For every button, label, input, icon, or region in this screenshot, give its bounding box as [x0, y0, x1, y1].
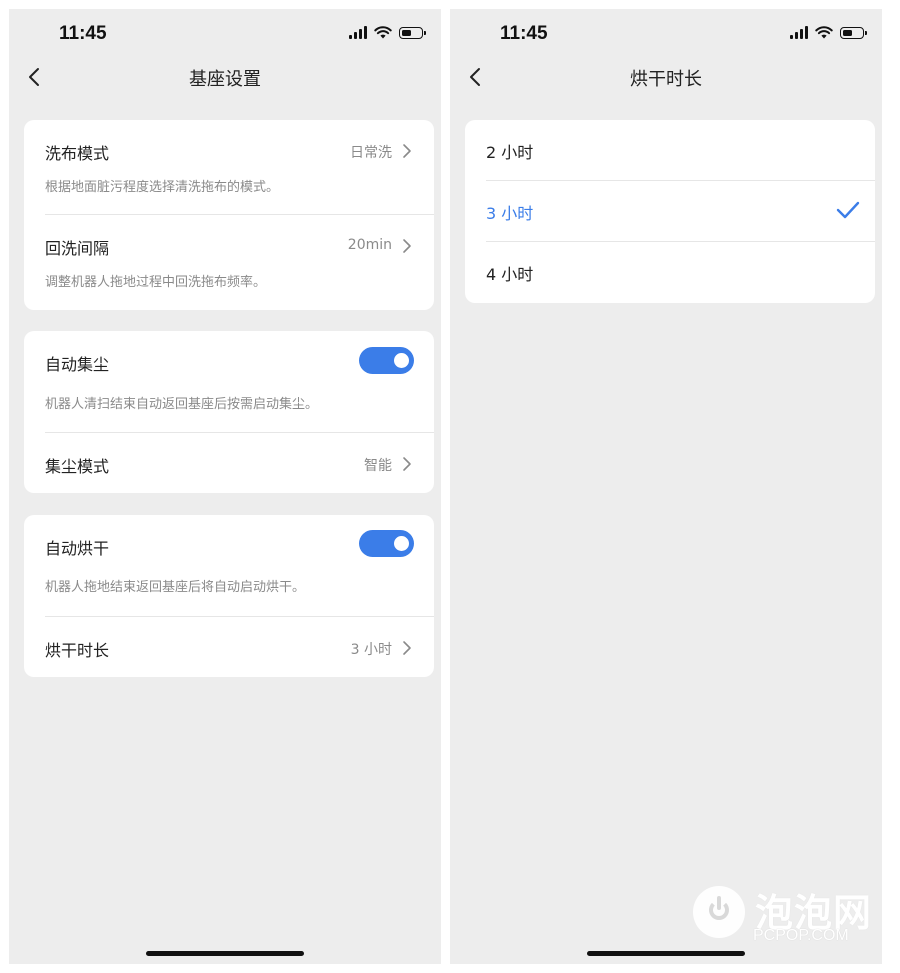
wash-mode-title: 洗布模式: [45, 144, 110, 163]
home-indicator: [587, 951, 745, 956]
home-indicator: [146, 951, 304, 956]
option-4-hours[interactable]: 4 小时: [465, 242, 875, 302]
wash-settings-card: 洗布模式 日常洗 根据地面脏污程度选择清洗拖布的模式。 回洗间隔 20min 调…: [24, 120, 434, 310]
wash-mode-value: 日常洗: [350, 145, 392, 161]
auto-dust-toggle[interactable]: [359, 347, 414, 374]
battery-icon: [399, 26, 426, 39]
rewash-interval-desc: 调整机器人拖地过程中回洗拖布频率。: [45, 275, 267, 290]
option-label: 2 小时: [486, 143, 534, 162]
wash-mode-row[interactable]: 洗布模式 日常洗 根据地面脏污程度选择清洗拖布的模式。: [24, 120, 434, 214]
dust-settings-card: 自动集尘 机器人清扫结束自动返回基座后按需启动集尘。 集尘模式 智能: [24, 331, 434, 493]
auto-dry-row: 自动烘干 机器人拖地结束返回基座后将自动启动烘干。: [24, 515, 434, 616]
dust-mode-row[interactable]: 集尘模式 智能: [24, 433, 434, 493]
dry-duration-options-card: 2 小时 3 小时 4 小时: [465, 120, 875, 303]
rewash-interval-value: 20min: [347, 237, 392, 253]
chevron-right-icon: [403, 457, 411, 471]
chevron-right-icon: [403, 239, 411, 253]
nav-bar: 基座设置: [9, 59, 441, 95]
status-bar: 11:45: [9, 9, 441, 59]
status-time: 11:45: [500, 23, 548, 44]
chevron-right-icon: [403, 641, 411, 655]
chevron-right-icon: [403, 144, 411, 158]
status-bar: 11:45: [450, 9, 882, 59]
option-3-hours[interactable]: 3 小时: [465, 181, 875, 241]
option-2-hours[interactable]: 2 小时: [465, 120, 875, 180]
watermark-logo-icon: [693, 886, 745, 938]
phone-screen-base-settings: 11:45 基座设置 洗布模式 日常洗 根据地面脏污程度选择清洗拖布的模式。 回…: [9, 9, 441, 964]
dust-mode-value: 智能: [364, 458, 392, 474]
battery-icon: [840, 26, 867, 39]
dry-duration-value: 3 小时: [350, 642, 392, 658]
status-icons: [349, 26, 426, 39]
rewash-interval-row[interactable]: 回洗间隔 20min 调整机器人拖地过程中回洗拖布频率。: [24, 215, 434, 310]
watermark: 泡泡网 PCPOP.COM: [693, 880, 883, 950]
dry-duration-title: 烘干时长: [45, 641, 110, 660]
auto-dry-title: 自动烘干: [45, 539, 110, 558]
watermark-url: PCPOP.COM: [753, 927, 849, 944]
phone-screen-dry-duration: 11:45 烘干时长 2 小时 3 小时 4 小时: [450, 9, 882, 964]
auto-dust-desc: 机器人清扫结束自动返回基座后按需启动集尘。: [45, 397, 319, 412]
wifi-icon: [815, 26, 833, 39]
auto-dust-row: 自动集尘 机器人清扫结束自动返回基座后按需启动集尘。: [24, 331, 434, 432]
option-label: 4 小时: [486, 265, 534, 284]
dry-duration-row[interactable]: 烘干时长 3 小时: [24, 617, 434, 677]
signal-icon: [790, 26, 808, 39]
screenshot-canvas: 11:45 基座设置 洗布模式 日常洗 根据地面脏污程度选择清洗拖布的模式。 回…: [0, 0, 900, 973]
wifi-icon: [374, 26, 392, 39]
dry-settings-card: 自动烘干 机器人拖地结束返回基座后将自动启动烘干。 烘干时长 3 小时: [24, 515, 434, 677]
status-time: 11:45: [59, 23, 107, 44]
check-icon: [836, 201, 860, 219]
nav-bar: 烘干时长: [450, 59, 882, 95]
rewash-interval-title: 回洗间隔: [45, 239, 110, 258]
wash-mode-desc: 根据地面脏污程度选择清洗拖布的模式。: [45, 180, 280, 195]
page-title: 基座设置: [189, 69, 261, 90]
status-icons: [790, 26, 867, 39]
signal-icon: [349, 26, 367, 39]
dust-mode-title: 集尘模式: [45, 457, 110, 476]
page-title: 烘干时长: [630, 69, 702, 90]
auto-dust-title: 自动集尘: [45, 355, 110, 374]
auto-dry-desc: 机器人拖地结束返回基座后将自动启动烘干。: [45, 580, 306, 595]
auto-dry-toggle[interactable]: [359, 530, 414, 557]
option-label: 3 小时: [486, 204, 534, 223]
